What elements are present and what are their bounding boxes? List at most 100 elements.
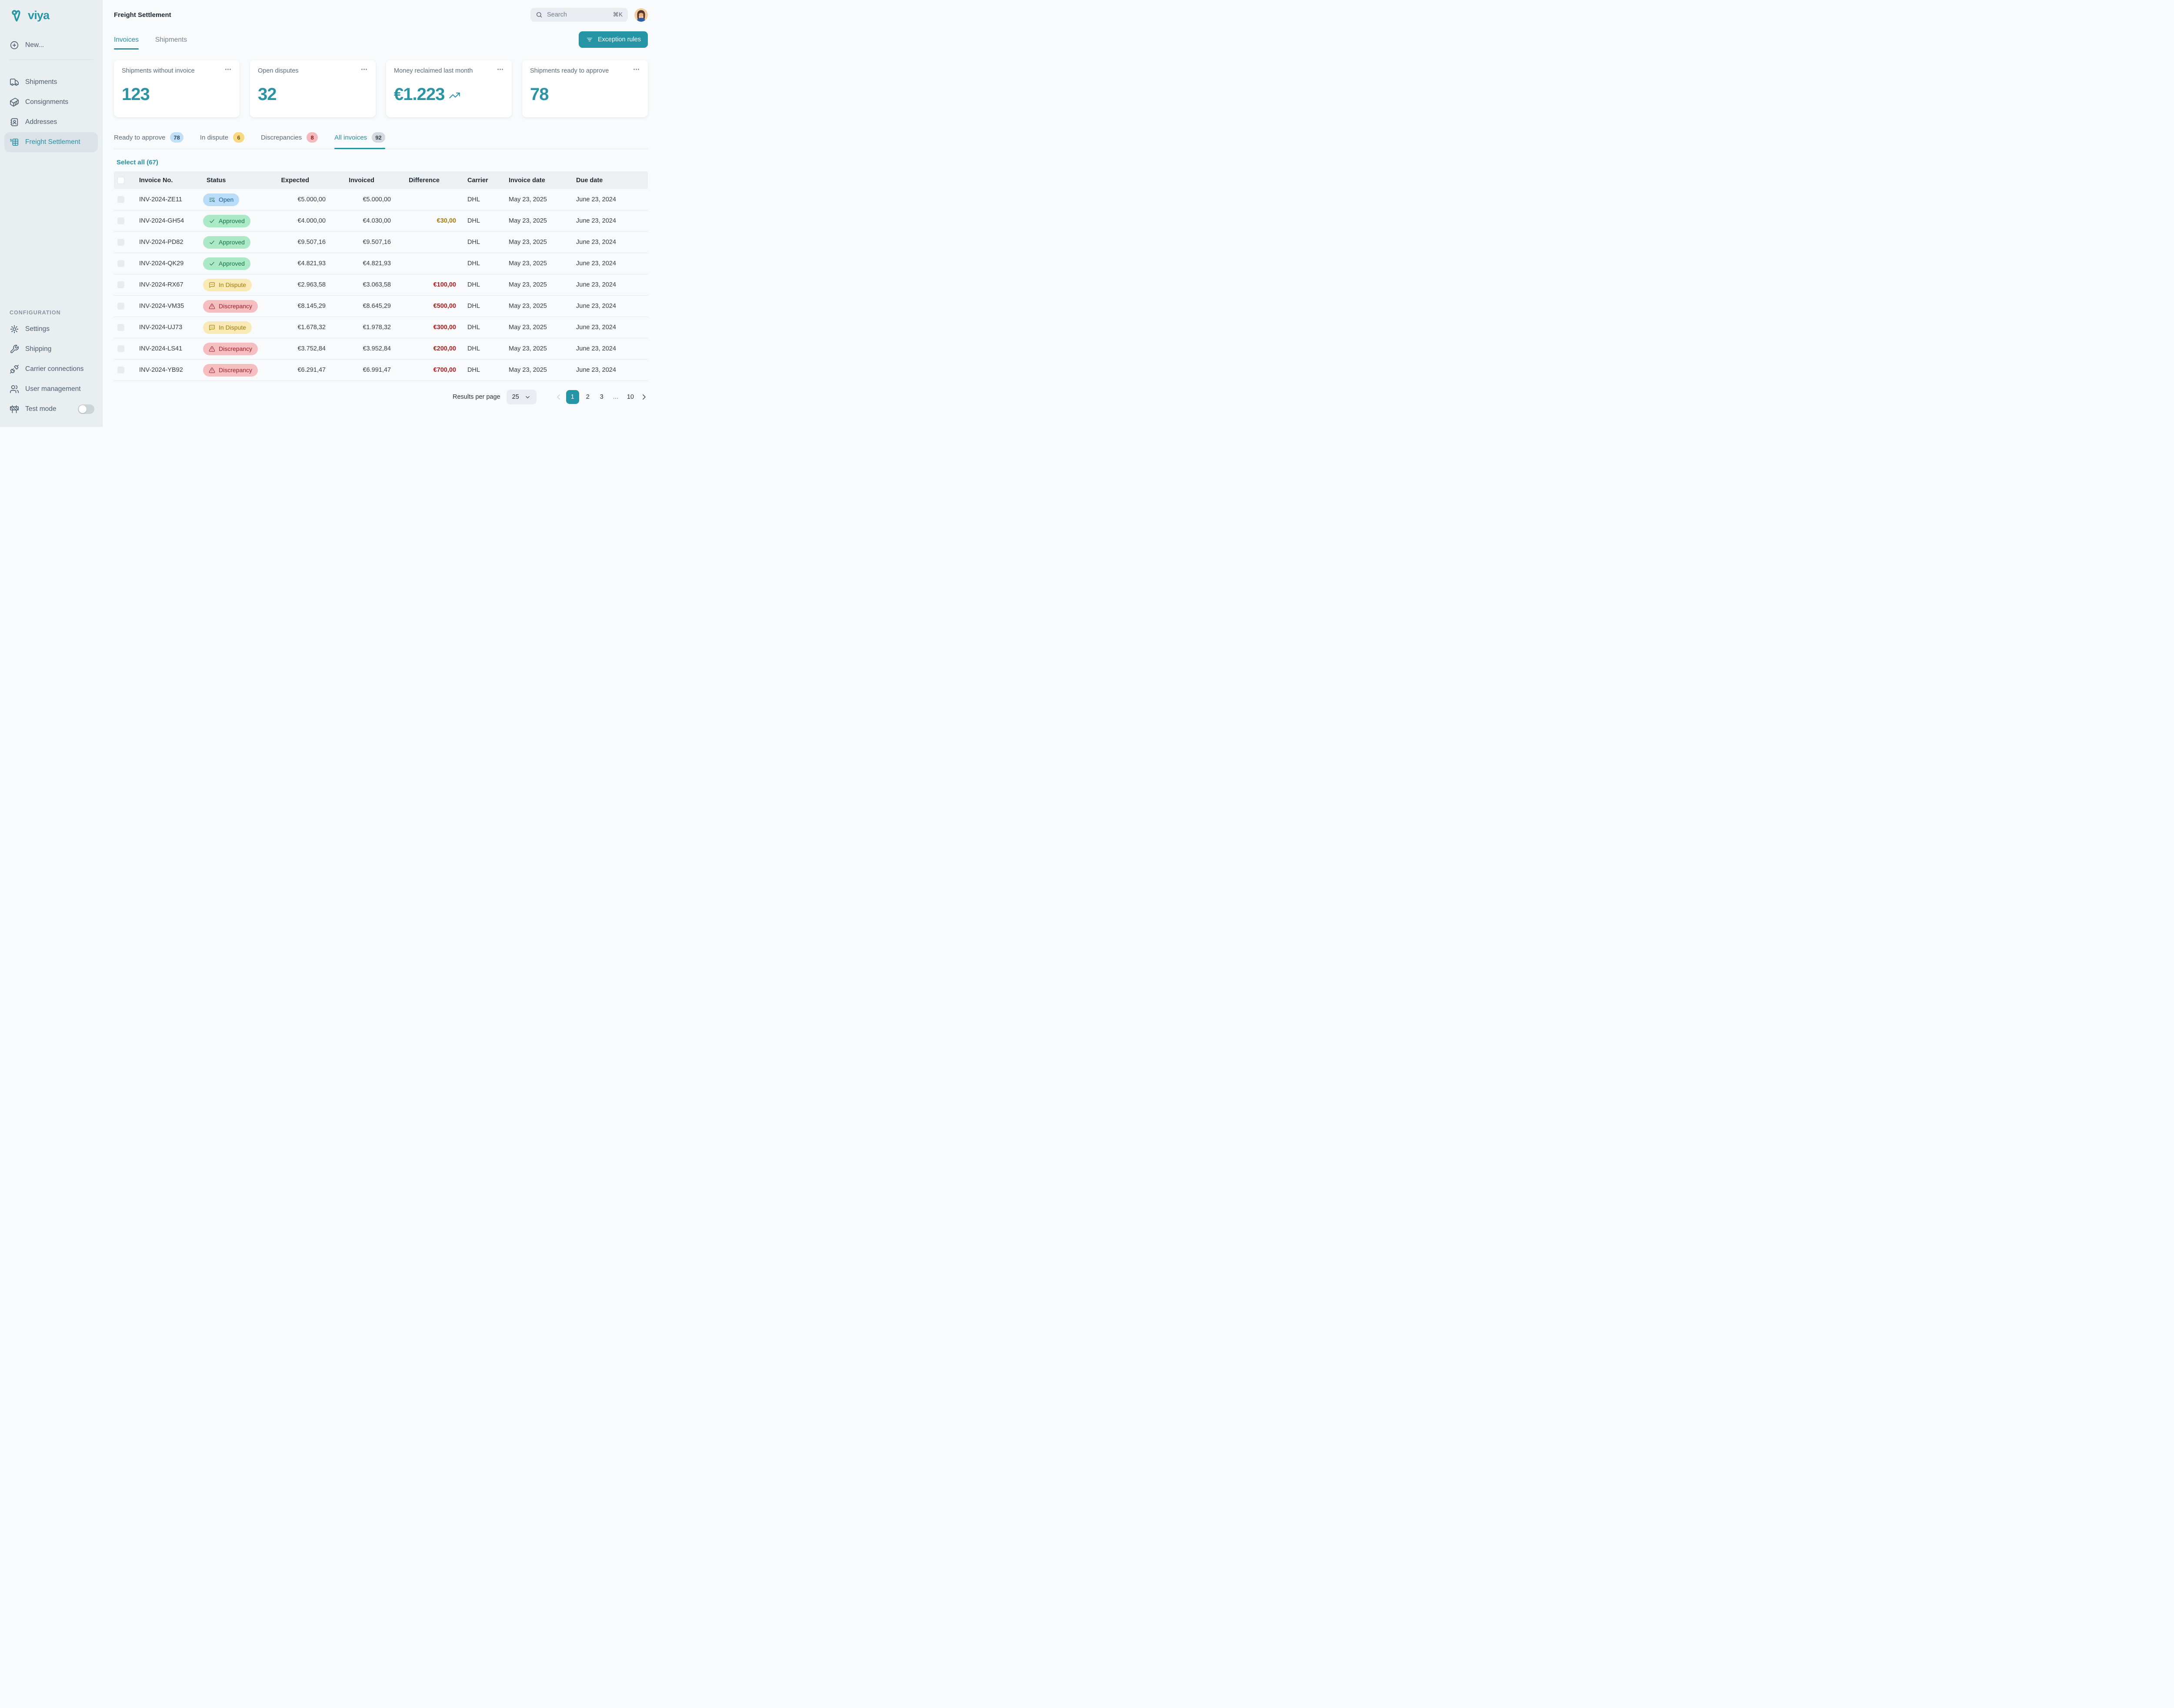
filter-tab-in-dispute[interactable]: In dispute 6 — [200, 132, 244, 149]
ellipsis-menu-icon[interactable]: ⋯ — [225, 67, 232, 72]
viya-logo-mark — [10, 9, 24, 22]
column-header-invoiced[interactable]: Invoiced — [332, 177, 397, 184]
results-per-page-select[interactable]: 25 — [507, 390, 537, 404]
sidebar-item-addresses[interactable]: Addresses — [0, 112, 102, 132]
row-checkbox[interactable] — [117, 217, 124, 224]
sidebar-item-freight-settlement[interactable]: Freight Settlement — [4, 132, 98, 152]
exception-rules-button[interactable]: Exception rules — [579, 31, 648, 48]
stat-card-open-disputes: Open disputes ⋯ 32 — [250, 60, 376, 117]
column-header-invoice-date[interactable]: Invoice date — [503, 177, 571, 184]
count-badge: 8 — [307, 132, 318, 143]
page-button-1[interactable]: 1 — [566, 390, 579, 404]
ellipsis-menu-icon[interactable]: ⋯ — [361, 67, 368, 72]
test-mode-toggle[interactable] — [78, 404, 94, 414]
sidebar-item-label: New... — [25, 41, 44, 49]
sidebar-item-label: Addresses — [25, 118, 57, 126]
sidebar-item-consignments[interactable]: Consignments — [0, 92, 102, 112]
column-header-due-date[interactable]: Due date — [571, 177, 648, 184]
invoice-number: INV-2024-QK29 — [134, 260, 201, 267]
table-row[interactable]: INV-2024-VM35 Discrepancy €8.145,29 €8.6… — [114, 296, 648, 317]
stat-card-ready-to-approve: Shipments ready to approve ⋯ 78 — [522, 60, 648, 117]
tab-invoices[interactable]: Invoices — [114, 36, 139, 50]
difference-amount: €300,00 — [397, 324, 462, 331]
search-input[interactable]: Search ⌘K — [530, 8, 628, 22]
column-header-expected[interactable]: Expected — [267, 177, 332, 184]
page-button-3[interactable]: 3 — [597, 392, 607, 402]
page-tabs: Invoices Shipments — [114, 36, 187, 50]
top-bar-right: Search ⌘K — [530, 8, 648, 22]
trending-up-icon — [449, 90, 460, 101]
table-row[interactable]: INV-2024-QK29 Approved €4.821,93 €4.821,… — [114, 253, 648, 274]
avatar-image — [634, 8, 648, 22]
card-title: Open disputes — [258, 67, 299, 74]
row-checkbox[interactable] — [117, 303, 124, 310]
tab-shipments[interactable]: Shipments — [155, 36, 187, 50]
row-checkbox[interactable] — [117, 196, 124, 203]
table-row[interactable]: INV-2024-GH54 Approved €4.000,00 €4.030,… — [114, 210, 648, 232]
column-header-carrier[interactable]: Carrier — [462, 177, 503, 184]
filter-tab-all-invoices[interactable]: All invoices 92 — [334, 132, 385, 149]
unplug-icon — [10, 364, 19, 374]
due-date: June 23, 2024 — [571, 260, 648, 267]
ellipsis-menu-icon[interactable]: ⋯ — [633, 67, 640, 72]
card-title: Shipments ready to approve — [530, 67, 609, 74]
avatar[interactable] — [634, 8, 648, 22]
invoiced-amount: €4.821,93 — [332, 260, 397, 267]
carrier: DHL — [462, 324, 503, 331]
sidebar-item-shipments[interactable]: Shipments — [0, 72, 102, 92]
users-icon — [10, 384, 19, 394]
select-all-checkbox[interactable] — [117, 177, 124, 184]
column-header-difference[interactable]: Difference — [397, 177, 462, 184]
table-row[interactable]: INV-2024-YB92 Discrepancy €6.291,47 €6.9… — [114, 360, 648, 381]
sidebar-configuration: CONFIGURATION Settings Shipping Carrier … — [0, 310, 102, 419]
table-row[interactable]: INV-2024-RX67 In Dispute €2.963,58 €3.06… — [114, 274, 648, 296]
select-all-link[interactable]: Select all (67) — [117, 159, 648, 166]
due-date: June 23, 2024 — [571, 281, 648, 288]
ellipsis-menu-icon[interactable]: ⋯ — [497, 67, 504, 72]
row-checkbox[interactable] — [117, 367, 124, 374]
invoiced-amount: €1.978,32 — [332, 324, 397, 331]
table-row[interactable]: INV-2024-UJ73 In Dispute €1.678,32 €1.97… — [114, 317, 648, 338]
invoiced-amount: €8.645,29 — [332, 303, 397, 310]
table-row[interactable]: INV-2024-LS41 Discrepancy €3.752,84 €3.9… — [114, 338, 648, 360]
filter-tab-ready-to-approve[interactable]: Ready to approve 78 — [114, 132, 183, 149]
chevron-right-icon[interactable] — [640, 393, 648, 401]
invoiced-amount: €5.000,00 — [332, 196, 397, 203]
sidebar-item-user-management[interactable]: User management — [0, 379, 102, 399]
difference-amount: €100,00 — [397, 281, 462, 288]
page-tabs-row: Invoices Shipments Exception rules — [114, 31, 648, 50]
row-checkbox[interactable] — [117, 345, 124, 352]
sidebar-item-new[interactable]: New... — [0, 35, 102, 55]
table-row[interactable]: INV-2024-ZE11 Open €5.000,00 €5.000,00 D… — [114, 189, 648, 210]
filter-tab-discrepancies[interactable]: Discrepancies 8 — [261, 132, 318, 149]
carrier: DHL — [462, 303, 503, 310]
check-icon — [209, 260, 215, 267]
row-checkbox[interactable] — [117, 324, 124, 331]
sidebar-item-label: Shipping — [25, 345, 51, 353]
invoice-date: May 23, 2025 — [503, 303, 571, 310]
status-badge-discrepancy: Discrepancy — [203, 364, 258, 377]
sidebar-item-carrier-connections[interactable]: Carrier connections — [0, 359, 102, 379]
table-header: Invoice No. Status Expected Invoiced Dif… — [114, 171, 648, 189]
brand-logo[interactable]: viya — [0, 9, 102, 22]
column-header-status[interactable]: Status — [201, 177, 267, 184]
address-book-icon — [10, 117, 19, 127]
sidebar-item-shipping[interactable]: Shipping — [0, 339, 102, 359]
table-row[interactable]: INV-2024-PD82 Approved €9.507,16 €9.507,… — [114, 232, 648, 253]
row-checkbox[interactable] — [117, 260, 124, 267]
filter-tab-label: In dispute — [200, 134, 228, 141]
count-badge: 78 — [170, 132, 183, 143]
row-checkbox[interactable] — [117, 281, 124, 288]
expected-amount: €8.145,29 — [267, 303, 332, 310]
column-header-invoice-no[interactable]: Invoice No. — [134, 177, 201, 184]
chevron-left-icon[interactable] — [555, 393, 563, 401]
filter-tab-label: All invoices — [334, 134, 367, 141]
page-button-2[interactable]: 2 — [583, 392, 593, 402]
invoiced-amount: €3.952,84 — [332, 345, 397, 352]
stat-cards: Shipments without invoice ⋯ 123 Open dis… — [114, 60, 648, 117]
row-checkbox[interactable] — [117, 239, 124, 246]
sidebar-item-settings[interactable]: Settings — [0, 319, 102, 339]
page-button-10[interactable]: 10 — [624, 392, 637, 402]
expected-amount: €1.678,32 — [267, 324, 332, 331]
invoice-date: May 23, 2025 — [503, 217, 571, 224]
